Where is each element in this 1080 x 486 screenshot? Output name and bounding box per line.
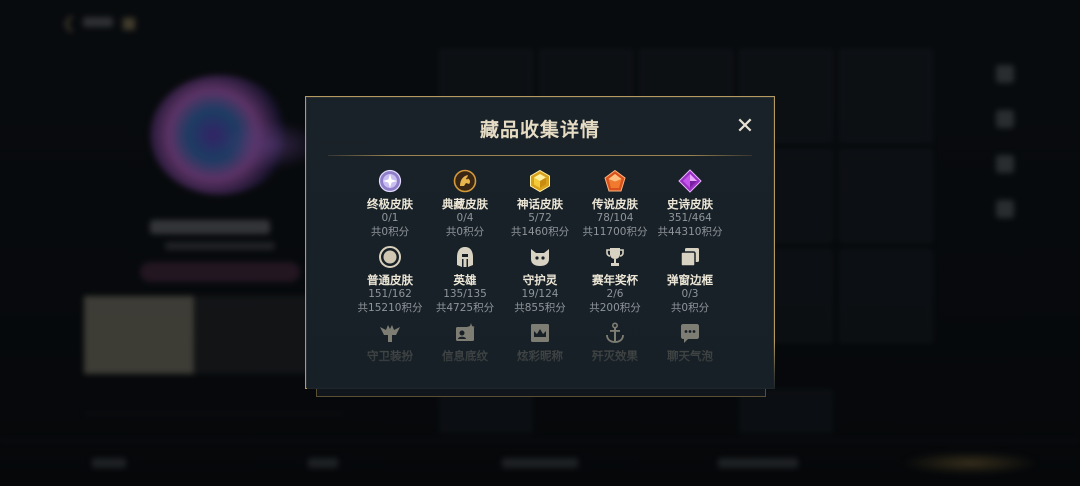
category-chat-bubble[interactable]: 聊天气泡: [652, 321, 728, 363]
category-name: 信息底纹: [442, 349, 488, 363]
category-points: 共0积分: [370, 226, 410, 238]
close-icon: ✕: [735, 113, 755, 139]
category-points: 共1460积分: [510, 226, 570, 238]
category-count: 151/162: [368, 288, 412, 300]
category-season-trophy[interactable]: 赛年奖杯 2/6 共200积分: [577, 245, 653, 315]
category-nickname[interactable]: 炫彩昵称: [502, 321, 578, 363]
category-count: 135/135: [443, 288, 487, 300]
category-points: 共11700积分: [582, 226, 648, 238]
category-name: 守护灵: [522, 273, 558, 287]
category-points: 共44310积分: [657, 226, 723, 238]
category-points: 共0积分: [670, 302, 710, 314]
epic-purple-gem-icon: [678, 169, 702, 193]
ward-skin-icon: [380, 325, 400, 342]
legend-orange-gem-icon: [604, 169, 626, 192]
category-mythic-skin[interactable]: 神话皮肤 5/72 共1460积分: [502, 169, 578, 239]
category-count: 351/464: [668, 212, 712, 224]
category-normal-skin[interactable]: 普通皮肤 151/162 共15210积分: [352, 245, 428, 315]
category-name: 传说皮肤: [592, 197, 638, 211]
chat-bubble-icon: [681, 324, 699, 343]
legendary-horse-emblem-icon: [453, 169, 477, 193]
category-hero[interactable]: 英雄 135/135 共4725积分: [427, 245, 503, 315]
title-divider: [328, 155, 752, 156]
anchor-effect-icon: [606, 322, 624, 343]
ultimate-gem-icon: [378, 169, 402, 193]
category-ward-skin[interactable]: 守卫装扮: [352, 321, 428, 363]
category-points: 共0积分: [445, 226, 485, 238]
category-name: 普通皮肤: [367, 273, 413, 287]
category-name: 聊天气泡: [667, 349, 713, 363]
category-points: 共4725积分: [435, 302, 495, 314]
category-name: 典藏皮肤: [442, 197, 488, 211]
category-collector-skin[interactable]: 典藏皮肤 0/4 共0积分: [427, 169, 503, 239]
info-card-icon: [456, 323, 475, 341]
close-button[interactable]: ✕: [734, 113, 756, 139]
trophy-icon: [606, 248, 624, 266]
category-count: 19/124: [521, 288, 559, 300]
category-points: 共200积分: [589, 302, 641, 314]
category-name: 弹窗边框: [667, 273, 713, 287]
category-name: 神话皮肤: [517, 197, 563, 211]
category-name: 史诗皮肤: [667, 197, 713, 211]
category-guardian[interactable]: 守护灵 19/124 共855积分: [502, 245, 578, 315]
category-legend-skin[interactable]: 传说皮肤 78/104 共11700积分: [577, 169, 653, 239]
mythic-gold-gem-icon: [530, 169, 550, 193]
guardian-cat-icon: [531, 249, 549, 266]
nickname-crown-icon: [531, 324, 549, 342]
category-name: 英雄: [453, 273, 477, 287]
category-name: 赛年奖杯: [592, 273, 638, 287]
modal-title: 藏品收集详情: [479, 119, 600, 141]
category-count: 5/72: [528, 212, 552, 224]
category-name: 守卫装扮: [367, 349, 413, 363]
normal-ring-icon: [379, 246, 401, 268]
category-name: 歼灭效果: [592, 349, 638, 363]
category-elimination-effect[interactable]: 歼灭效果: [577, 321, 653, 363]
category-info-card[interactable]: 信息底纹: [427, 321, 503, 363]
hero-helmet-icon: [457, 247, 473, 267]
category-name: 终极皮肤: [367, 197, 413, 211]
category-count: 2/6: [606, 288, 624, 300]
category-ultimate-skin[interactable]: 终极皮肤 0/1 共0积分: [352, 169, 428, 239]
category-epic-skin[interactable]: 史诗皮肤 351/464 共44310积分: [652, 169, 728, 239]
category-count: 0/4: [456, 212, 474, 224]
category-count: 0/3: [681, 288, 699, 300]
category-count: 0/1: [381, 212, 399, 224]
category-points: 共855积分: [514, 302, 566, 314]
popup-frame-icon: [680, 248, 699, 267]
collection-details-modal: 藏品收集详情 ✕ 终极皮肤 0/1 共0积分 典藏皮肤 0/4 共0积分 神话皮…: [305, 96, 775, 389]
category-points: 共15210积分: [357, 302, 423, 314]
category-name: 炫彩昵称: [517, 349, 563, 363]
category-popup-frame[interactable]: 弹窗边框 0/3 共0积分: [652, 245, 728, 315]
category-count: 78/104: [596, 212, 634, 224]
